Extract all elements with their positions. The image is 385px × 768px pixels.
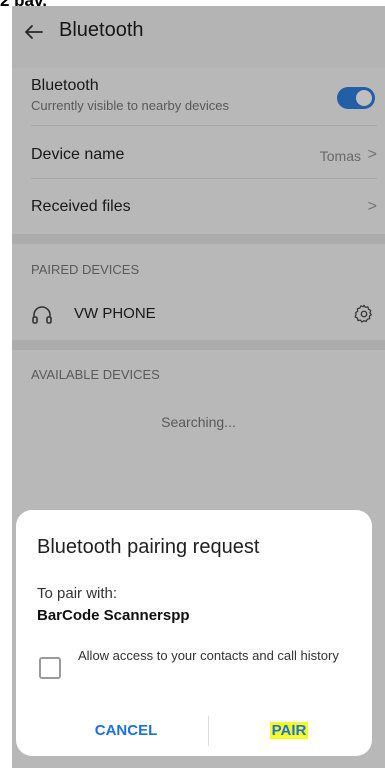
pair-button[interactable]: PAIR — [264, 716, 314, 746]
allow-contacts-label[interactable]: Allow access to your contacts and call h… — [78, 647, 348, 664]
pair-button-label: PAIR — [269, 722, 309, 739]
cancel-button[interactable]: CANCEL — [76, 716, 176, 746]
allow-contacts-checkbox[interactable] — [39, 657, 61, 679]
pair-with-label: To pair with: — [37, 585, 118, 602]
pairing-device-name: BarCode Scannerspp — [37, 607, 190, 624]
dialog-title: Bluetooth pairing request — [37, 536, 260, 558]
button-divider — [208, 716, 209, 746]
pairing-dialog: Bluetooth pairing request To pair with: … — [16, 510, 372, 756]
